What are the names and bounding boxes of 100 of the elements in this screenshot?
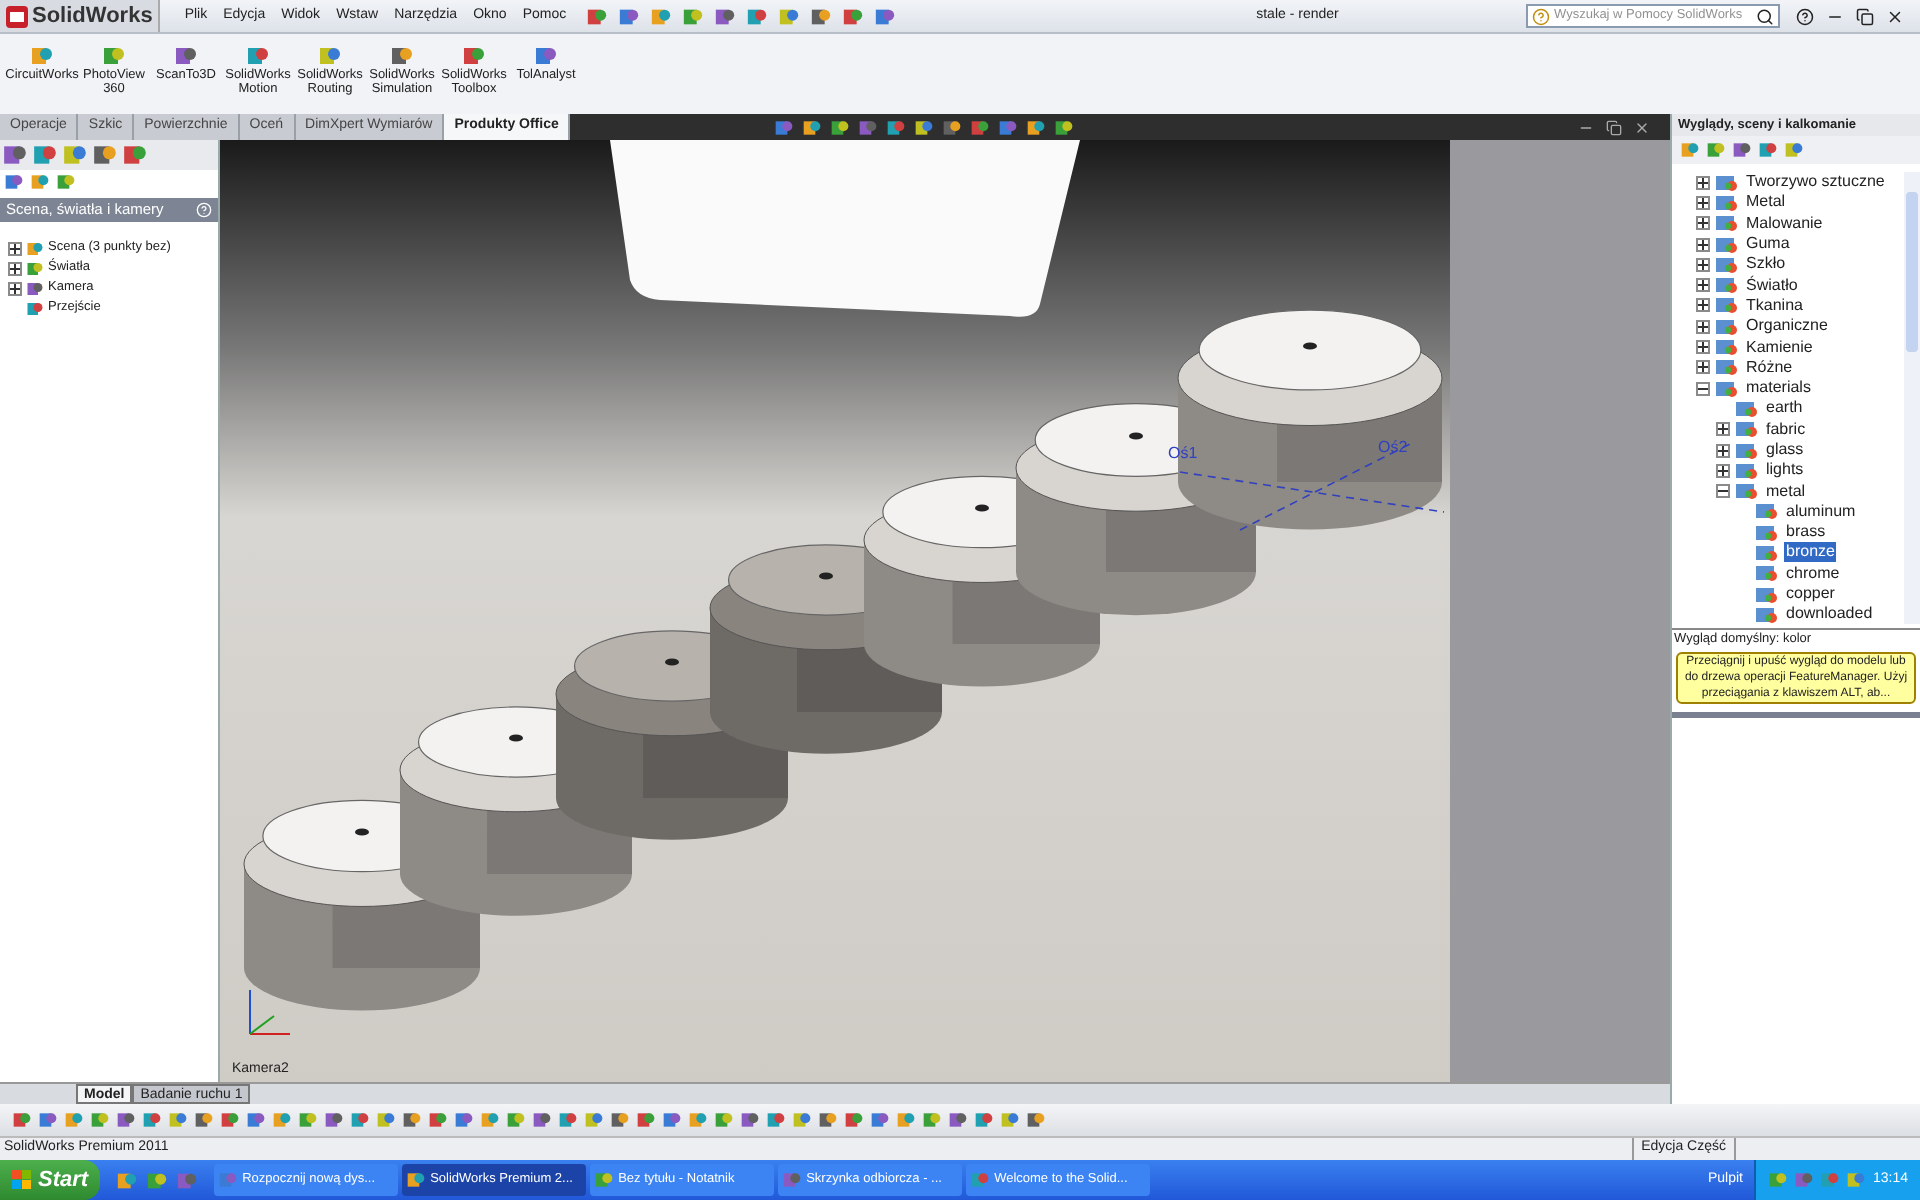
toolbar-icon[interactable] bbox=[650, 5, 673, 27]
tool-icon[interactable] bbox=[168, 1110, 188, 1130]
tool-icon[interactable] bbox=[454, 1110, 474, 1130]
expander-toggle[interactable] bbox=[1716, 443, 1730, 457]
panel-tool-icon[interactable] bbox=[4, 172, 24, 192]
expander-toggle[interactable] bbox=[1716, 484, 1730, 499]
tree-item[interactable]: Guma bbox=[1744, 234, 1792, 255]
panel-tool-icon[interactable] bbox=[1784, 140, 1804, 160]
toolbar-icon[interactable] bbox=[874, 5, 897, 27]
expander-toggle[interactable] bbox=[1696, 340, 1710, 355]
expander-toggle[interactable] bbox=[1716, 422, 1730, 437]
restore-icon[interactable] bbox=[1856, 7, 1874, 25]
tree-item[interactable]: materials bbox=[1744, 378, 1813, 399]
view-tool-icon[interactable] bbox=[802, 117, 823, 137]
close-icon[interactable] bbox=[1886, 7, 1904, 25]
tree-item[interactable]: Malowanie bbox=[1744, 213, 1825, 234]
tool-icon[interactable] bbox=[246, 1110, 266, 1130]
panel-tool-icon[interactable] bbox=[1732, 140, 1752, 160]
view-tool-icon[interactable] bbox=[998, 117, 1019, 137]
tool-icon[interactable] bbox=[974, 1110, 994, 1130]
expander-toggle[interactable] bbox=[8, 241, 22, 255]
expander-toggle[interactable] bbox=[1696, 360, 1710, 375]
tree-item[interactable]: bronze bbox=[1784, 542, 1837, 563]
tree-item[interactable]: fabric bbox=[1764, 419, 1808, 440]
tool-icon[interactable] bbox=[194, 1110, 214, 1130]
tool-icon[interactable] bbox=[532, 1110, 552, 1130]
panel-tab-icon[interactable] bbox=[2, 142, 28, 168]
expander-toggle[interactable] bbox=[1696, 381, 1710, 396]
panel-tool-icon[interactable] bbox=[1706, 140, 1726, 160]
toolbar-icon[interactable] bbox=[810, 5, 833, 27]
tool-icon[interactable] bbox=[64, 1110, 84, 1130]
tree-item[interactable]: chrome bbox=[1784, 563, 1842, 584]
tool-icon[interactable] bbox=[818, 1110, 838, 1130]
restore-icon[interactable] bbox=[1606, 119, 1622, 135]
tool-icon[interactable] bbox=[844, 1110, 864, 1130]
tool-icon[interactable] bbox=[584, 1110, 604, 1130]
tree-item[interactable]: Tkanina bbox=[1744, 295, 1805, 316]
panel-tool-icon[interactable] bbox=[1758, 140, 1778, 160]
view-tool-icon[interactable] bbox=[942, 117, 963, 137]
toolbar-icon[interactable] bbox=[842, 5, 865, 27]
expander-toggle[interactable] bbox=[1696, 319, 1710, 334]
expander-toggle[interactable] bbox=[1716, 463, 1730, 478]
tree-item[interactable]: Kamienie bbox=[1744, 337, 1815, 358]
expander-toggle[interactable] bbox=[1696, 216, 1710, 231]
expander-toggle[interactable] bbox=[8, 281, 22, 295]
toolbar-icon[interactable] bbox=[714, 5, 737, 27]
tool-icon[interactable] bbox=[740, 1110, 760, 1130]
toolbar-icon[interactable] bbox=[778, 5, 801, 27]
tree-item[interactable]: copper bbox=[1784, 584, 1837, 605]
tool-icon[interactable] bbox=[402, 1110, 422, 1130]
toolbar-icon[interactable] bbox=[586, 5, 609, 27]
view-tool-icon[interactable] bbox=[970, 117, 991, 137]
tool-icon[interactable] bbox=[116, 1110, 136, 1130]
view-tool-icon[interactable] bbox=[830, 117, 851, 137]
view-tool-icon[interactable] bbox=[774, 117, 795, 137]
expander-toggle[interactable] bbox=[1696, 278, 1710, 293]
toolbar-icon[interactable] bbox=[618, 5, 641, 27]
tool-icon[interactable] bbox=[662, 1110, 682, 1130]
tool-icon[interactable] bbox=[480, 1110, 500, 1130]
close-icon[interactable] bbox=[1634, 119, 1650, 135]
view-tool-icon[interactable] bbox=[886, 117, 907, 137]
panel-tool-icon[interactable] bbox=[30, 172, 50, 192]
tree-item[interactable]: lights bbox=[1764, 460, 1806, 481]
panel-tab-icon[interactable] bbox=[32, 142, 58, 168]
tool-icon[interactable] bbox=[870, 1110, 890, 1130]
tool-icon[interactable] bbox=[766, 1110, 786, 1130]
tool-icon[interactable] bbox=[506, 1110, 526, 1130]
tool-icon[interactable] bbox=[714, 1110, 734, 1130]
panel-tab-icon[interactable] bbox=[92, 142, 118, 168]
tool-icon[interactable] bbox=[376, 1110, 396, 1130]
view-tool-icon[interactable] bbox=[914, 117, 935, 137]
tree-item[interactable]: Różne bbox=[1744, 357, 1795, 378]
tray-icon[interactable] bbox=[1794, 1170, 1815, 1190]
tray-icon[interactable] bbox=[1846, 1170, 1867, 1190]
expander-toggle[interactable] bbox=[1696, 257, 1710, 272]
expander-toggle[interactable] bbox=[8, 261, 22, 275]
tool-icon[interactable] bbox=[558, 1110, 578, 1130]
panel-tab-icon[interactable] bbox=[122, 142, 148, 168]
tool-icon[interactable] bbox=[688, 1110, 708, 1130]
tool-icon[interactable] bbox=[272, 1110, 292, 1130]
panel-tool-icon[interactable] bbox=[1680, 140, 1700, 160]
quick-launch-icon[interactable] bbox=[146, 1169, 169, 1191]
tool-icon[interactable] bbox=[298, 1110, 318, 1130]
quick-launch-icon[interactable] bbox=[116, 1169, 139, 1191]
help-icon[interactable] bbox=[1796, 7, 1814, 25]
tree-item[interactable]: earth bbox=[1764, 398, 1805, 419]
panel-tool-icon[interactable] bbox=[56, 172, 76, 192]
tool-icon[interactable] bbox=[38, 1110, 58, 1130]
expander-toggle[interactable] bbox=[1696, 195, 1710, 210]
tool-icon[interactable] bbox=[1000, 1110, 1020, 1130]
expander-toggle[interactable] bbox=[1696, 298, 1710, 313]
tool-icon[interactable] bbox=[610, 1110, 630, 1130]
tool-icon[interactable] bbox=[142, 1110, 162, 1130]
tool-icon[interactable] bbox=[792, 1110, 812, 1130]
view-tool-icon[interactable] bbox=[1026, 117, 1047, 137]
search-icon[interactable] bbox=[1756, 7, 1774, 25]
expander-toggle[interactable] bbox=[1696, 175, 1710, 190]
tool-icon[interactable] bbox=[948, 1110, 968, 1130]
tool-icon[interactable] bbox=[12, 1110, 32, 1130]
tool-icon[interactable] bbox=[324, 1110, 344, 1130]
